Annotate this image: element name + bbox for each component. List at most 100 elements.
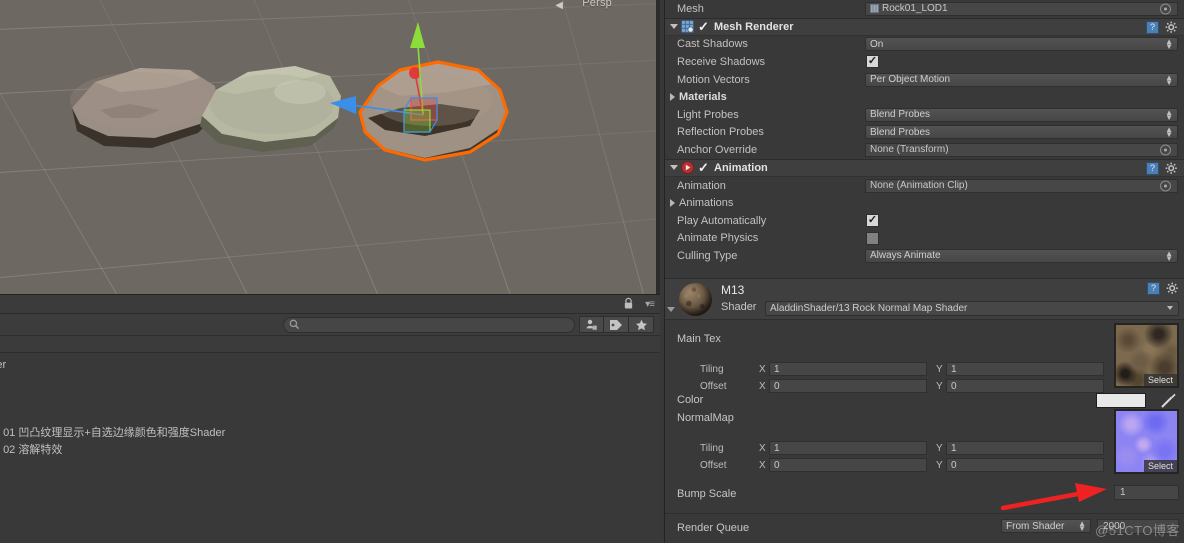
anchor-override-row: Anchor Override None (Transform) [665,141,1184,159]
mesh-row: Mesh Rock01_LOD1 [665,0,1184,18]
motion-vectors-dropdown[interactable]: Per Object Motion ▲▼ [865,73,1178,87]
main-tex-offset-y-label: Y [936,381,943,392]
receive-shadows-checkbox[interactable]: ✓ [866,55,879,68]
main-tex-select-button[interactable]: Select [1144,374,1177,386]
normalmap-select-button[interactable]: Select [1144,460,1177,472]
normalmap-offset-x-field[interactable]: 0 [769,458,927,472]
cast-shadows-dropdown[interactable]: On ▲▼ [865,37,1178,51]
render-queue-value-field[interactable]: 2000 [1097,519,1179,534]
animation-clip-picker[interactable] [1160,180,1171,191]
chevron-updown-icon: ▲▼ [1078,521,1086,531]
help-icon[interactable]: ? [1146,21,1159,34]
project-filter-buttons [579,316,654,333]
tree-item-label: 01 凹凸纹理显示+自选边缘颜色和强度Shader [3,427,225,439]
culling-type-row: Culling Type Always Animate ▲▼ [665,247,1184,265]
tree-item[interactable]: 02 溶解特效 [0,442,660,459]
hamburger-menu-icon[interactable]: ▾≡ [645,299,654,310]
play-automatically-row: Play Automatically ✓ [665,212,1184,230]
main-tex-offset-x-field[interactable]: 0 [769,379,927,393]
animation-header[interactable]: ✓ Animation ? [665,159,1184,177]
mesh-object-field[interactable]: Rock01_LOD1 [865,2,1178,16]
filter-favorites-button[interactable] [629,316,654,333]
main-tex-block: Main Tex Select Tiling Offset X X Y Y 1 … [665,320,1184,392]
main-tex-offset-y-field[interactable]: 0 [946,379,1104,393]
persp-label: Persp [582,0,612,9]
normalmap-offset-x-label: X [759,460,766,471]
shader-dropdown[interactable]: AladdinShader/13 Rock Normal Map Shader [765,301,1179,316]
bump-scale-field[interactable]: 1 [1114,485,1179,500]
animation-clip-object-field[interactable]: None (Animation Clip) [865,179,1178,193]
normalmap-offset-y-label: Y [936,460,943,471]
color-label: Color [677,394,703,406]
search-input[interactable] [283,317,575,333]
normalmap-block: NormalMap Select Tiling Offset X X Y Y 1… [665,410,1184,482]
material-name: M13 [721,283,744,297]
scene-view[interactable]: ◀ Persp [0,0,660,294]
eyedropper-icon[interactable] [1159,392,1177,410]
main-tex-tiling-y-field[interactable]: 1 [946,362,1104,376]
animate-physics-checkbox[interactable] [866,232,879,245]
help-icon[interactable]: ? [1147,282,1160,295]
main-tex-slot[interactable]: Select [1114,323,1179,388]
filter-by-type-button[interactable] [579,316,604,333]
animation-title: Animation [714,162,768,174]
chevron-down-icon[interactable] [667,307,675,312]
lock-icon[interactable] [623,297,634,310]
play-automatically-checkbox[interactable]: ✓ [866,214,879,227]
normalmap-slot[interactable]: Select [1114,409,1179,474]
tree-item[interactable]: hader [0,357,660,374]
color-row: Color [665,392,1184,410]
main-tex-tiling-label: Tiling [700,364,724,375]
mesh-renderer-enabled-checkbox[interactable]: ✓ [698,20,711,33]
tree-item[interactable]: 01 凹凸纹理显示+自选边缘颜色和强度Shader [0,425,660,442]
animate-physics-row: Animate Physics [665,230,1184,248]
annotation-arrow-icon [1001,482,1111,512]
materials-foldout-row[interactable]: Materials [665,88,1184,106]
main-tex-tiling-x-field[interactable]: 1 [769,362,927,376]
normalmap-tiling-x-field[interactable]: 1 [769,441,927,455]
main-tex-offset-label: Offset [700,381,727,392]
material-inspector: M13 Shader AladdinShader/13 Rock Normal … [665,278,1184,539]
normalmap-label: NormalMap [677,412,734,424]
anchor-override-object-field[interactable]: None (Transform) [865,143,1178,157]
help-icon[interactable]: ? [1146,162,1159,175]
animations-foldout-row[interactable]: Animations [665,194,1184,212]
main-tex-tiling-x-label: X [759,364,766,375]
chevron-right-icon[interactable] [670,199,675,207]
chevron-updown-icon: ▲▼ [1165,110,1173,120]
tree-item[interactable]: ls [0,374,660,391]
receive-shadows-row: Receive Shadows ✓ [665,53,1184,71]
culling-type-value: Always Animate [870,250,941,261]
normalmap-tiling-y-field[interactable]: 1 [946,441,1104,455]
mesh-renderer-header[interactable]: ✓ Mesh Renderer ? [665,18,1184,36]
render-queue-row: Render Queue From Shader ▲▼ 2000 [665,513,1184,539]
chevron-down-icon[interactable] [670,165,678,170]
light-probes-dropdown[interactable]: Blend Probes ▲▼ [865,108,1178,122]
animation-clip-row: Animation None (Animation Clip) [665,177,1184,195]
mesh-asset-icon [870,4,879,13]
gear-icon[interactable] [1166,282,1179,295]
animation-enabled-checkbox[interactable]: ✓ [698,161,711,174]
chevron-right-icon[interactable] [670,93,675,101]
normalmap-offset-label: Offset [700,460,727,471]
tree-item[interactable]: ack [0,391,660,408]
scene-view-edge [656,0,660,294]
filter-by-label-button[interactable] [604,316,629,333]
normalmap-tiling-x-label: X [759,443,766,454]
light-probes-label: Light Probes [677,109,865,121]
anchor-override-picker[interactable] [1160,144,1171,155]
gear-icon[interactable] [1165,21,1178,34]
project-tab-bar: ▾≡ [0,295,660,314]
color-swatch[interactable] [1096,393,1146,408]
persp-camera-icon: ◀ [555,0,563,11]
project-tree: hader ls ack es 01 凹凸纹理显示+自选边缘颜色和强度Shade… [0,353,660,459]
gear-icon[interactable] [1165,162,1178,175]
normalmap-offset-y-field[interactable]: 0 [946,458,1104,472]
mesh-object-picker[interactable] [1160,3,1171,14]
chevron-updown-icon: ▲▼ [1165,251,1173,261]
chevron-down-icon[interactable] [670,24,678,29]
render-queue-source-dropdown[interactable]: From Shader ▲▼ [1001,519,1091,533]
tree-item[interactable]: es [0,408,660,425]
culling-type-dropdown[interactable]: Always Animate ▲▼ [865,249,1178,263]
reflection-probes-dropdown[interactable]: Blend Probes ▲▼ [865,125,1178,139]
